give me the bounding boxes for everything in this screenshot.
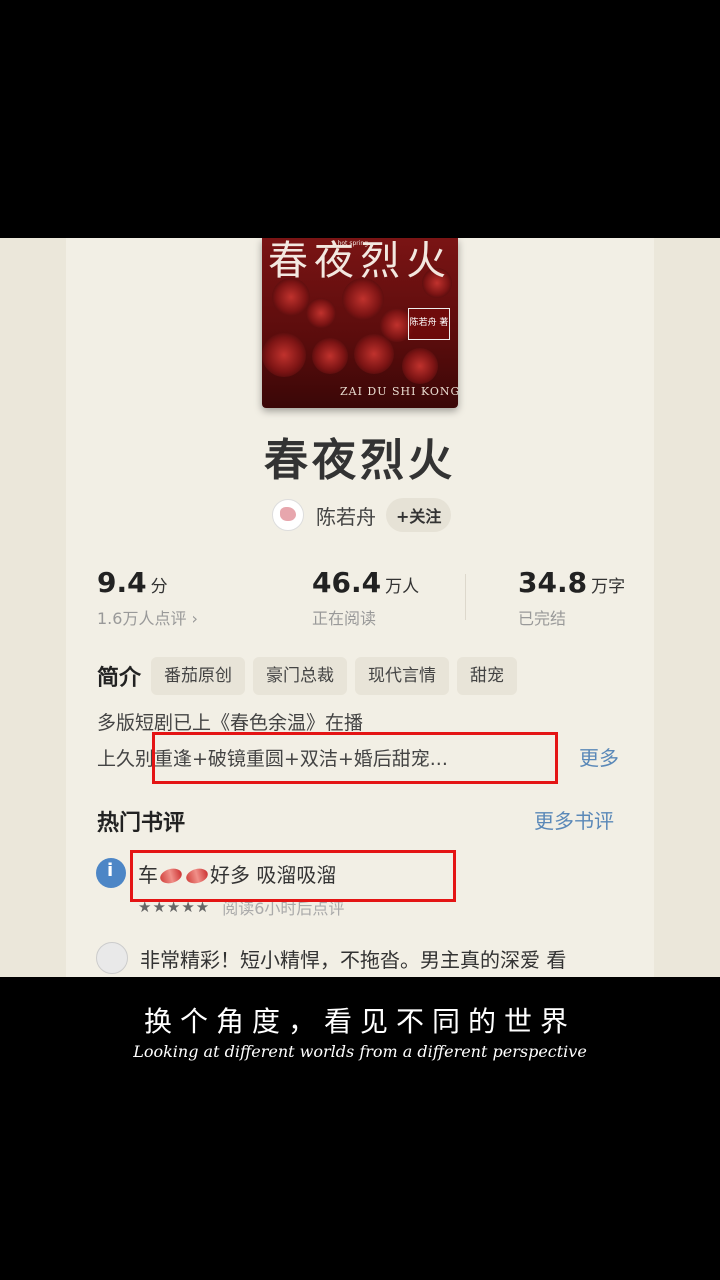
reviews-section-title: 热门书评 xyxy=(97,811,186,836)
rose-decoration xyxy=(262,333,306,377)
readers-value: 46.4 xyxy=(312,566,382,599)
tag-chip[interactable]: 甜宠 xyxy=(457,657,518,695)
tag-chip[interactable]: 现代言情 xyxy=(355,657,450,695)
cover-footer: ZAI DU SHI KONG xyxy=(340,385,458,398)
readers-stat: 46.4 万人 正在阅读 xyxy=(312,566,419,629)
rose-decoration xyxy=(312,338,348,374)
intro-title: 简介 xyxy=(97,666,142,691)
reviewer-avatar[interactable] xyxy=(96,858,126,888)
app-screen: 春夜烈火 a hot spring 陈若舟 著 ZAI DU SHI KONG … xyxy=(0,238,720,977)
rating-count-link: 1.6万人点评 › xyxy=(97,609,198,628)
intro-more-link[interactable]: 更多 xyxy=(579,742,619,771)
cover-author-seal: 陈若舟 著 xyxy=(408,308,450,340)
author-name[interactable]: 陈若舟 xyxy=(316,501,376,530)
book-cover[interactable]: 春夜烈火 a hot spring 陈若舟 著 ZAI DU SHI KONG xyxy=(262,238,458,408)
wordcount-unit: 万字 xyxy=(591,577,626,597)
tag-chip[interactable]: 番茄原创 xyxy=(151,657,246,695)
rose-decoration xyxy=(306,298,336,328)
wordcount-value: 34.8 xyxy=(518,566,588,599)
readers-label: 正在阅读 xyxy=(312,609,377,628)
book-title: 春夜烈火 xyxy=(264,435,456,486)
rose-decoration xyxy=(354,334,394,374)
highlight-box xyxy=(130,850,456,902)
intro-header: 简介 番茄原创 豪门总裁 现代言情 甜宠 xyxy=(97,656,525,696)
wordcount-stat: 34.8 万字 已完结 xyxy=(518,566,625,629)
rating-unit: 分 xyxy=(150,577,168,597)
author-avatar[interactable] xyxy=(272,499,304,531)
review-text: 非常精彩！短小精悍，不拖沓。男主真的深爱 看 xyxy=(140,947,567,972)
highlight-box xyxy=(152,732,558,784)
review-item[interactable]: 非常精彩！短小精悍，不拖沓。男主真的深爱 看 xyxy=(96,942,566,974)
stats-row: 9.4 分 1.6万人点评 › 46.4 万人 正在阅读 34.8 万字 已完结 xyxy=(97,566,627,636)
video-caption-english: Looking at different worlds from a diffe… xyxy=(133,1042,587,1061)
more-reviews-link[interactable]: 更多书评 xyxy=(534,805,614,834)
tag-chip[interactable]: 豪门总裁 xyxy=(253,657,348,695)
stats-divider xyxy=(465,574,466,620)
status-label: 已完结 xyxy=(518,609,567,628)
rating-stat[interactable]: 9.4 分 1.6万人点评 › xyxy=(97,566,198,629)
reviewer-avatar[interactable] xyxy=(96,942,128,974)
intro-line-1: 多版短剧已上《春色余温》在播 xyxy=(97,712,364,734)
rating-value: 9.4 xyxy=(97,566,147,599)
author-row: 陈若舟 +关注 xyxy=(272,497,452,533)
follow-button[interactable]: +关注 xyxy=(386,498,452,532)
readers-unit: 万人 xyxy=(385,577,420,597)
cover-subtitle: a hot spring xyxy=(332,240,368,247)
video-caption-chinese: 换个角度，看见不同的世界 xyxy=(143,1005,576,1038)
rose-decoration xyxy=(402,348,438,384)
